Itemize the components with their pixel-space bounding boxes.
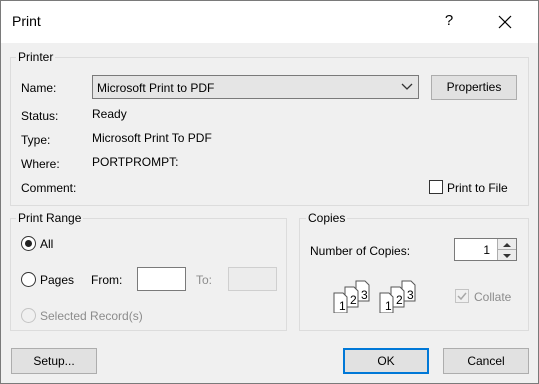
copies-group bbox=[299, 218, 529, 331]
printer-group-label: Printer bbox=[16, 50, 56, 64]
arrow-up-icon bbox=[503, 243, 511, 247]
page-number: 2 bbox=[396, 293, 403, 307]
page-number: 1 bbox=[339, 299, 346, 313]
name-label: Name: bbox=[21, 81, 57, 95]
printer-name-combo[interactable]: Microsoft Print to PDF bbox=[92, 75, 419, 99]
where-label: Where: bbox=[21, 157, 60, 171]
print-to-file-checkbox[interactable] bbox=[429, 180, 443, 194]
status-label: Status: bbox=[21, 109, 59, 123]
all-radio-label[interactable]: All bbox=[40, 237, 53, 251]
ok-button[interactable]: OK bbox=[343, 348, 429, 374]
from-input[interactable] bbox=[137, 267, 186, 291]
copies-decrement-button[interactable] bbox=[498, 250, 516, 260]
selected-records-radio[interactable] bbox=[21, 308, 36, 323]
setup-button-label: Setup... bbox=[33, 354, 75, 368]
to-label: To: bbox=[196, 273, 213, 287]
copies-increment-button[interactable] bbox=[498, 239, 516, 250]
close-button[interactable] bbox=[491, 9, 519, 35]
cancel-button[interactable]: Cancel bbox=[443, 348, 529, 374]
pages-radio[interactable] bbox=[21, 272, 36, 287]
collate-label[interactable]: Collate bbox=[474, 290, 511, 304]
number-of-copies-label: Number of Copies: bbox=[310, 244, 411, 258]
properties-button-label: Properties bbox=[446, 80, 502, 94]
type-value: Microsoft Print To PDF bbox=[92, 131, 212, 145]
print-to-file-label[interactable]: Print to File bbox=[447, 181, 508, 195]
collated-pages-icon: 3 2 1 bbox=[379, 280, 416, 313]
copies-value: 1 bbox=[483, 243, 490, 257]
page-number: 3 bbox=[361, 288, 368, 302]
print-range-group-label: Print Range bbox=[16, 211, 84, 225]
print-dialog: Print ? Printer Name: Microsoft Print to… bbox=[0, 0, 539, 384]
title-bar: Print ? bbox=[1, 1, 538, 43]
status-value: Ready bbox=[92, 107, 127, 121]
page-number: 3 bbox=[407, 288, 414, 302]
copies-group-label: Copies bbox=[306, 211, 348, 225]
selected-records-label[interactable]: Selected Record(s) bbox=[40, 309, 143, 323]
type-label: Type: bbox=[21, 133, 51, 147]
collate-checkbox[interactable] bbox=[455, 289, 469, 303]
chevron-down-icon bbox=[401, 83, 413, 90]
collated-pages-icon: 3 2 1 bbox=[333, 280, 370, 313]
copies-stepper[interactable]: 1 bbox=[454, 238, 517, 261]
properties-button[interactable]: Properties bbox=[431, 75, 517, 100]
ok-button-label: OK bbox=[377, 354, 395, 368]
from-label: From: bbox=[91, 273, 123, 287]
page-number: 1 bbox=[385, 299, 392, 313]
copies-spin-buttons bbox=[497, 239, 516, 260]
page-number: 2 bbox=[350, 293, 357, 307]
pages-radio-label[interactable]: Pages bbox=[40, 273, 74, 287]
printer-name-value: Microsoft Print to PDF bbox=[97, 81, 215, 95]
checkmark-icon bbox=[457, 292, 467, 301]
help-button[interactable]: ? bbox=[437, 9, 461, 33]
cancel-button-label: Cancel bbox=[467, 354, 505, 368]
all-radio[interactable] bbox=[21, 236, 36, 251]
comment-label: Comment: bbox=[21, 181, 77, 195]
window-title: Print bbox=[12, 13, 41, 29]
arrow-down-icon bbox=[503, 254, 511, 258]
where-value: PORTPROMPT: bbox=[92, 155, 179, 169]
to-input[interactable] bbox=[228, 267, 277, 291]
close-icon bbox=[498, 15, 512, 29]
setup-button[interactable]: Setup... bbox=[11, 348, 97, 374]
